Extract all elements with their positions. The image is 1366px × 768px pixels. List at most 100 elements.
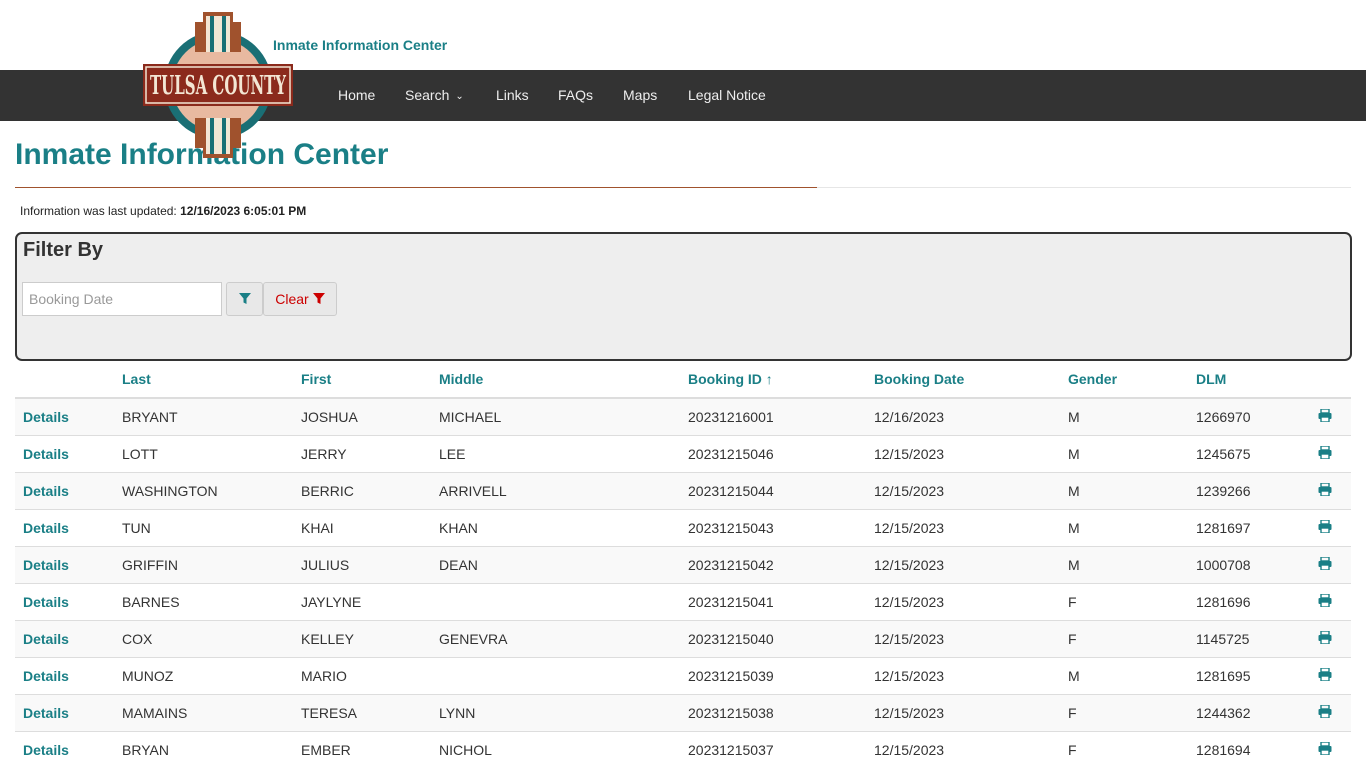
apply-filter-button[interactable] [226,282,263,316]
cell-booking-id: 20231215043 [680,508,866,546]
cell-gender: M [1060,434,1188,472]
cell-gender: F [1060,693,1188,731]
print-button[interactable] [1298,730,1351,768]
title-divider-light [817,187,1351,188]
details-link[interactable]: Details [15,471,114,509]
cell-last: MAMAINS [114,693,293,731]
details-link[interactable]: Details [15,693,114,731]
cell-booking-id: 20231215041 [680,582,866,620]
cell-dlm: 1239266 [1188,471,1298,509]
print-button[interactable] [1298,656,1351,694]
print-button[interactable] [1298,508,1351,546]
col-header-booking-id[interactable]: Booking ID ↑ [680,361,866,399]
cell-booking-id: 20231215040 [680,619,866,657]
cell-last: BRYAN [114,730,293,768]
cell-last: TUN [114,508,293,546]
print-button[interactable] [1298,582,1351,620]
cell-booking-date: 12/15/2023 [866,434,1060,472]
col-header-details [15,361,114,399]
cell-booking-date: 12/15/2023 [866,545,1060,583]
col-header-print [1298,361,1351,399]
chevron-down-icon: ⌄ [455,91,464,102]
details-link[interactable]: Details [15,397,114,435]
cell-middle: GENEVRA [431,619,680,657]
table-row: Details MAMAINS TERESA LYNN 20231215038 12/15… [15,693,1351,731]
table-row: Details BRYAN EMBER NICHOL 20231215037 12/15/… [15,730,1351,768]
cell-gender: M [1060,508,1188,546]
cell-dlm: 1000708 [1188,545,1298,583]
clear-filter-label: Clear [275,291,309,307]
print-icon [1318,741,1332,758]
cell-last: WASHINGTON [114,471,293,509]
cell-dlm: 1244362 [1188,693,1298,731]
cell-first: JULIUS [293,545,431,583]
cell-last: GRIFFIN [114,545,293,583]
cell-first: EMBER [293,730,431,768]
cell-middle: DEAN [431,545,680,583]
details-link[interactable]: Details [15,545,114,583]
print-button[interactable] [1298,545,1351,583]
nav-home[interactable]: Home [338,70,375,121]
cell-booking-date: 12/15/2023 [866,730,1060,768]
col-header-dlm[interactable]: DLM [1188,361,1298,399]
print-icon [1318,481,1332,499]
cell-dlm: 1145725 [1188,619,1298,657]
cell-gender: M [1060,545,1188,583]
col-header-middle[interactable]: Middle [431,361,680,399]
cell-last: BARNES [114,582,293,620]
details-link[interactable]: Details [15,434,114,472]
nav-faqs[interactable]: FAQs [558,70,593,121]
booking-date-input[interactable] [22,282,222,316]
cell-booking-id: 20231215044 [680,471,866,509]
inmate-table-container: Last First Middle Booking ID ↑ Booking D… [15,361,1351,768]
filter-icon [238,293,251,304]
cell-dlm: 1266970 [1188,397,1298,435]
cell-middle [431,656,680,694]
last-updated-label: Information was last updated: [20,204,177,218]
cell-booking-id: 20231215042 [680,545,866,583]
details-link[interactable]: Details [15,656,114,694]
print-button[interactable] [1298,619,1351,657]
table-row: Details MUNOZ MARIO 20231215039 12/15/2023 M 1… [15,656,1351,694]
clear-filter-button[interactable]: Clear [263,282,337,316]
col-header-gender[interactable]: Gender [1060,361,1188,399]
print-icon [1318,629,1332,647]
details-link[interactable]: Details [15,619,114,657]
print-button[interactable] [1298,397,1351,435]
print-button[interactable] [1298,471,1351,509]
svg-text:TULSA COUNTY: TULSA COUNTY [150,71,286,101]
details-link[interactable]: Details [15,582,114,620]
nav-search[interactable]: Search ⌄ [405,70,464,121]
nav-links[interactable]: Links [496,70,529,121]
cell-booking-date: 12/15/2023 [866,582,1060,620]
col-header-first[interactable]: First [293,361,431,399]
cell-middle: NICHOL [431,730,680,768]
site-name[interactable]: Inmate Information Center [273,37,447,53]
nav-legal-notice[interactable]: Legal Notice [688,70,766,121]
cell-booking-id: 20231216001 [680,397,866,435]
cell-middle: LEE [431,434,680,472]
nav-maps[interactable]: Maps [623,70,657,121]
cell-booking-date: 12/15/2023 [866,693,1060,731]
print-button[interactable] [1298,693,1351,731]
print-icon [1318,703,1332,721]
tulsa-county-logo[interactable]: TULSA COUNTY [141,8,295,162]
details-link[interactable]: Details [15,508,114,546]
table-row: Details GRIFFIN JULIUS DEAN 20231215042 12/15… [15,545,1351,583]
cell-last: COX [114,619,293,657]
details-link[interactable]: Details [15,730,114,768]
cell-dlm: 1281695 [1188,656,1298,694]
print-button[interactable] [1298,434,1351,472]
cell-middle: MICHAEL [431,397,680,435]
last-updated-value: 12/16/2023 6:05:01 PM [180,204,307,218]
cell-booking-id: 20231215037 [680,730,866,768]
col-header-last[interactable]: Last [114,361,293,399]
cell-dlm: 1281694 [1188,730,1298,768]
cell-gender: F [1060,582,1188,620]
cell-last: BRYANT [114,397,293,435]
col-header-booking-date[interactable]: Booking Date [866,361,1060,399]
cell-dlm: 1281696 [1188,582,1298,620]
cell-booking-id: 20231215039 [680,656,866,694]
nav-search-label: Search [405,87,450,103]
cell-middle: KHAN [431,508,680,546]
